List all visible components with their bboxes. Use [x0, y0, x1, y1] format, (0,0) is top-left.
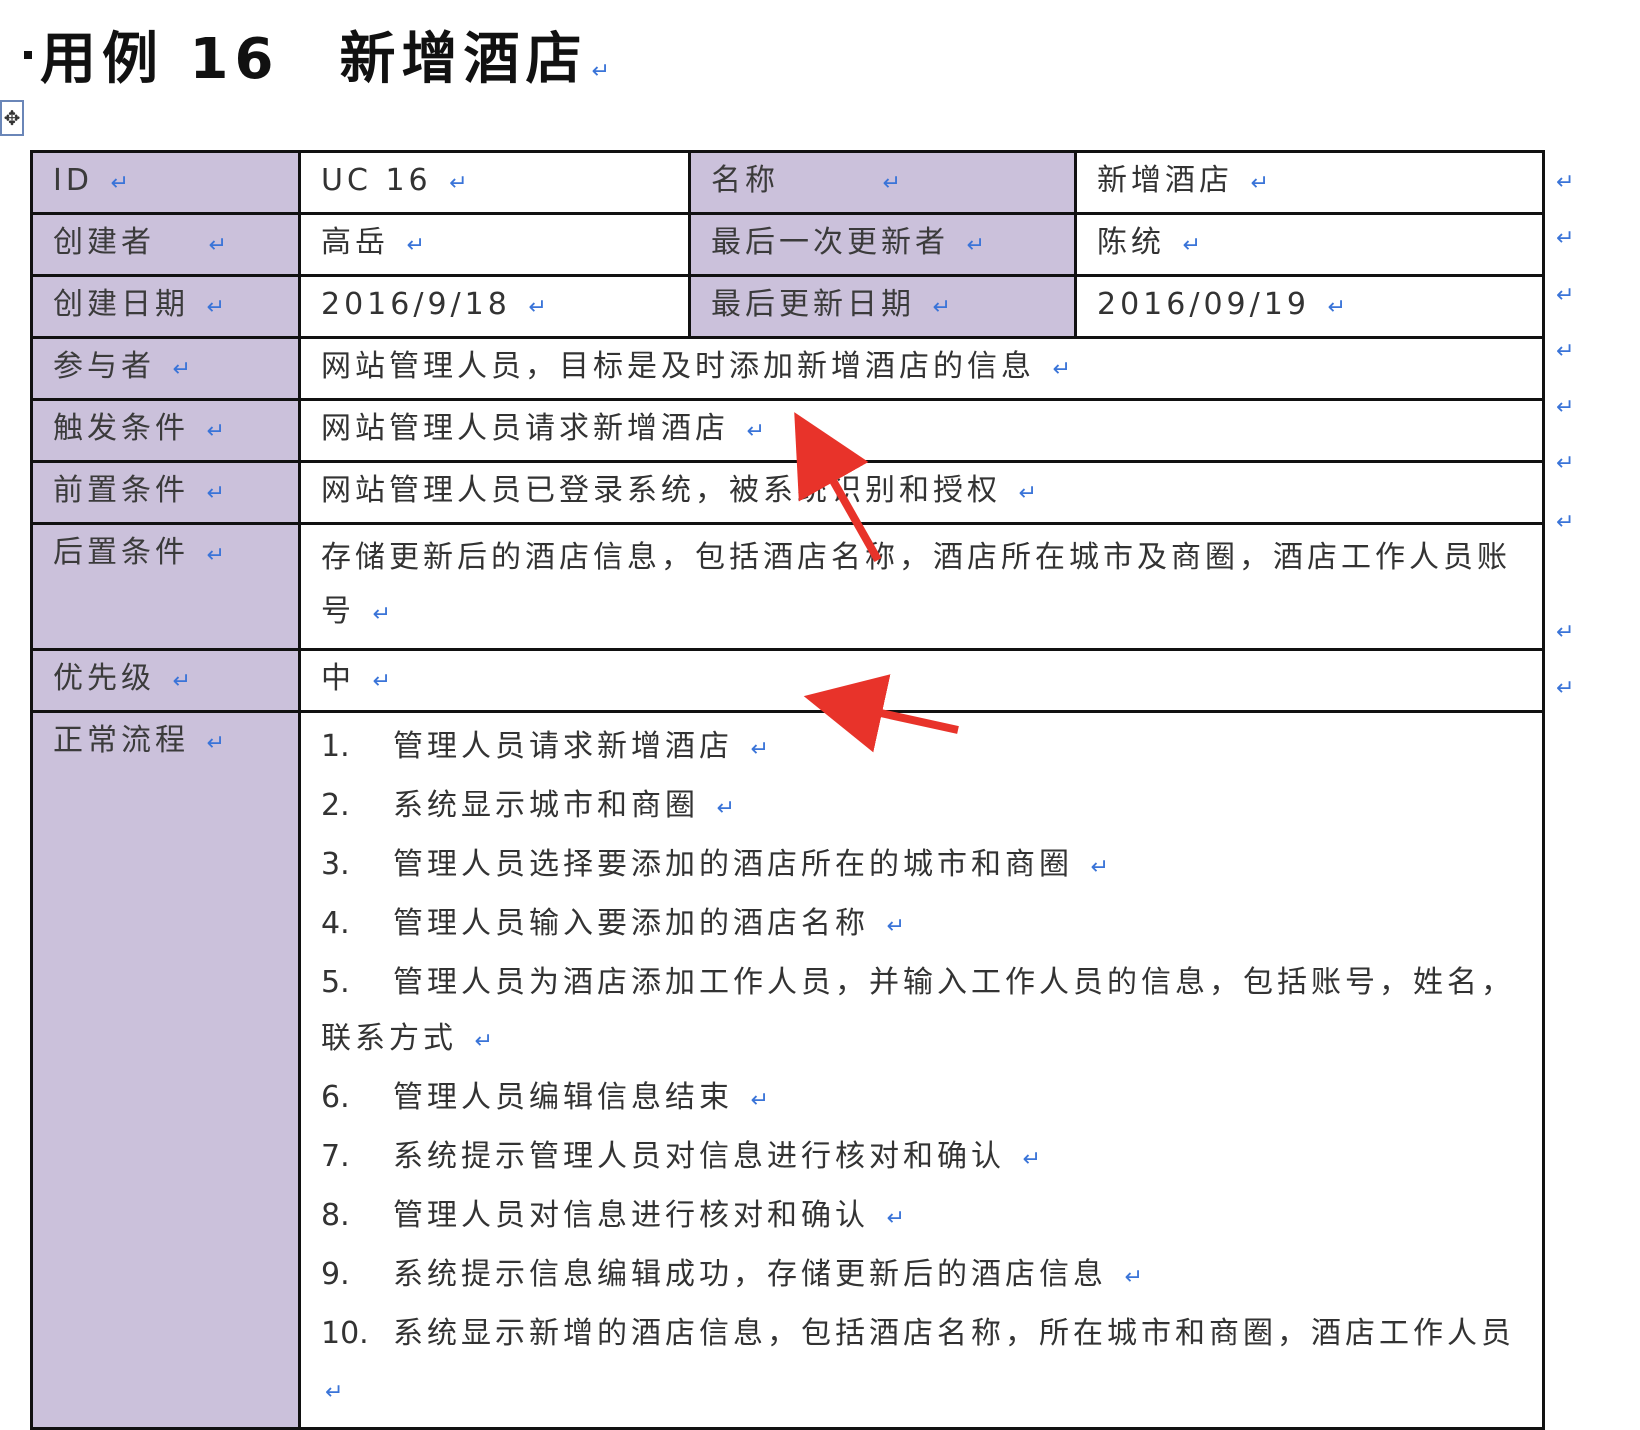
flow-step: 6. 管理人员编辑信息结束 ↵ — [321, 1070, 1522, 1129]
use-case-table: ID ↵ UC 16 ↵ 名称 ↵ 新增酒店 ↵ 创建者 ↵ 高岳 ↵ 最后一次… — [30, 150, 1545, 1430]
flow-step-text: 系统提示信息编辑成功，存储更新后的酒店信息 — [393, 1257, 1107, 1292]
created-date-value[interactable]: 2016/9/18 ↵ — [298, 274, 691, 339]
flow-step: 8. 管理人员对信息进行核对和确认 ↵ — [321, 1188, 1522, 1247]
heading-prefix: 用例 16 — [40, 27, 280, 92]
use-case-heading: 用例 16 新增酒店 ↵ — [24, 14, 610, 95]
last-updater-label: 最后一次更新者 ↵ — [688, 212, 1077, 277]
row-end-mark: ↵ — [1556, 676, 1575, 701]
table-row-actor: 参与者 ↵ 网站管理人员，目标是及时添加新增酒店的信息 ↵ — [30, 336, 1545, 401]
flow-label: 正常流程 ↵ — [30, 710, 301, 1430]
last-update-date-value[interactable]: 2016/09/19 ↵ — [1074, 274, 1545, 339]
flow-step: 5. 管理人员为酒店添加工作人员，并输入工作人员的信息，包括账号，姓名，联系方式 … — [321, 955, 1522, 1070]
flow-step: 9. 系统提示信息编辑成功，存储更新后的酒店信息 ↵ — [321, 1247, 1522, 1306]
flow-step-text: 系统提示管理人员对信息进行核对和确认 — [393, 1139, 1005, 1174]
flow-step-text: 管理人员输入要添加的酒店名称 — [393, 906, 869, 941]
name-value[interactable]: 新增酒店 ↵ — [1074, 150, 1545, 215]
last-update-date-label: 最后更新日期 ↵ — [688, 274, 1077, 339]
table-move-handle-icon[interactable]: ✥ — [0, 100, 24, 136]
flow-step-text: 管理人员请求新增酒店 — [393, 729, 733, 764]
flow-step-number: 1. — [321, 729, 350, 764]
table-row-flow: 正常流程 ↵ 1. 管理人员请求新增酒店 ↵ 2. 系统显示城市和商圈 ↵ 3. 管理人员… — [30, 710, 1545, 1430]
postcondition-label: 后置条件 ↵ — [30, 522, 301, 651]
paragraph-mark-icon: ↵ — [750, 737, 769, 762]
flow-step-text: 系统显示城市和商圈 — [393, 788, 699, 823]
flow-step-number: 4. — [321, 906, 350, 941]
flow-step-text: 管理人员为酒店添加工作人员，并输入工作人员的信息，包括账号，姓名，联系方式 — [321, 965, 1515, 1056]
flow-step-text: 管理人员编辑信息结束 — [393, 1080, 733, 1115]
table-row-trigger: 触发条件 ↵ 网站管理人员请求新增酒店 ↵ — [30, 398, 1545, 463]
paragraph-mark-icon: ↵ — [591, 59, 610, 84]
last-updater-value[interactable]: 陈统 ↵ — [1074, 212, 1545, 277]
row-end-mark: ↵ — [1556, 339, 1575, 364]
flow-step-number: 6. — [321, 1080, 350, 1115]
flow-step-number: 10. — [321, 1316, 369, 1351]
id-value[interactable]: UC 16 ↵ — [298, 150, 691, 215]
id-label: ID ↵ — [30, 150, 301, 215]
flow-step-text: 管理人员选择要添加的酒店所在的城市和商圈 — [393, 847, 1073, 882]
table-row-priority: 优先级 ↵ 中 ↵ — [30, 648, 1545, 713]
flow-step: 7. 系统提示管理人员对信息进行核对和确认 ↵ — [321, 1129, 1522, 1188]
flow-step: 4. 管理人员输入要添加的酒店名称 ↵ — [321, 896, 1522, 955]
created-date-label: 创建日期 ↵ — [30, 274, 301, 339]
row-end-mark: ↵ — [1556, 395, 1575, 420]
paragraph-mark-icon: ↵ — [716, 796, 735, 821]
flow-step-text: 系统显示新增的酒店信息，包括酒店名称，所在城市和商圈，酒店工作人员 — [393, 1316, 1515, 1351]
name-label: 名称 ↵ — [688, 150, 1077, 215]
table-row-creator: 创建者 ↵ 高岳 ↵ 最后一次更新者 ↵ 陈统 ↵ — [30, 212, 1545, 277]
flow-step-number: 8. — [321, 1198, 350, 1233]
table-row-dates: 创建日期 ↵ 2016/9/18 ↵ 最后更新日期 ↵ 2016/09/19 ↵ — [30, 274, 1545, 339]
flow-step: 10. 系统显示新增的酒店信息，包括酒店名称，所在城市和商圈，酒店工作人员 ↵ — [321, 1306, 1522, 1421]
flow-step: 2. 系统显示城市和商圈 ↵ — [321, 778, 1522, 837]
row-end-mark: ↵ — [1556, 226, 1575, 251]
flow-steps[interactable]: 1. 管理人员请求新增酒店 ↵ 2. 系统显示城市和商圈 ↵ 3. 管理人员选择要添加的酒… — [298, 710, 1545, 1430]
flow-step-number: 2. — [321, 788, 350, 823]
paragraph-mark-icon: ↵ — [325, 1380, 344, 1405]
trigger-label: 触发条件 ↵ — [30, 398, 301, 463]
priority-value[interactable]: 中 ↵ — [298, 648, 1545, 713]
row-end-mark: ↵ — [1556, 451, 1575, 476]
postcondition-value[interactable]: 存储更新后的酒店信息，包括酒店名称，酒店所在城市及商圈，酒店工作人员账号 ↵ — [298, 522, 1545, 651]
flow-step: 1. 管理人员请求新增酒店 ↵ — [321, 719, 1522, 778]
paragraph-mark-icon: ↵ — [474, 1029, 493, 1054]
paragraph-mark-icon: ↵ — [886, 914, 905, 939]
heading-bullet-icon — [24, 50, 32, 59]
actor-value[interactable]: 网站管理人员，目标是及时添加新增酒店的信息 ↵ — [298, 336, 1545, 401]
table-row-id: ID ↵ UC 16 ↵ 名称 ↵ 新增酒店 ↵ — [30, 150, 1545, 215]
paragraph-mark-icon: ↵ — [1022, 1147, 1041, 1172]
priority-label: 优先级 ↵ — [30, 648, 301, 713]
paragraph-mark-icon: ↵ — [750, 1088, 769, 1113]
row-end-mark: ↵ — [1556, 510, 1575, 535]
paragraph-mark-icon: ↵ — [886, 1206, 905, 1231]
flow-step-text: 管理人员对信息进行核对和确认 — [393, 1198, 869, 1233]
row-end-mark: ↵ — [1556, 283, 1575, 308]
paragraph-mark-icon: ↵ — [1090, 855, 1109, 880]
flow-step-number: 9. — [321, 1257, 350, 1292]
creator-value[interactable]: 高岳 ↵ — [298, 212, 691, 277]
paragraph-mark-icon: ↵ — [1124, 1265, 1143, 1290]
row-end-mark: ↵ — [1556, 170, 1575, 195]
table-row-postcondition: 后置条件 ↵ 存储更新后的酒店信息，包括酒店名称，酒店所在城市及商圈，酒店工作人… — [30, 522, 1545, 651]
creator-label: 创建者 ↵ — [30, 212, 301, 277]
flow-step-number: 5. — [321, 965, 350, 1000]
precondition-label: 前置条件 ↵ — [30, 460, 301, 525]
precondition-value[interactable]: 网站管理人员已登录系统，被系统识别和授权 ↵ — [298, 460, 1545, 525]
heading-title: 新增酒店 — [339, 27, 588, 92]
flow-step-number: 7. — [321, 1139, 350, 1174]
trigger-value[interactable]: 网站管理人员请求新增酒店 ↵ — [298, 398, 1545, 463]
table-row-precondition: 前置条件 ↵ 网站管理人员已登录系统，被系统识别和授权 ↵ — [30, 460, 1545, 525]
flow-step-number: 3. — [321, 847, 350, 882]
flow-step: 3. 管理人员选择要添加的酒店所在的城市和商圈 ↵ — [321, 837, 1522, 896]
actor-label: 参与者 ↵ — [30, 336, 301, 401]
row-end-mark: ↵ — [1556, 620, 1575, 645]
